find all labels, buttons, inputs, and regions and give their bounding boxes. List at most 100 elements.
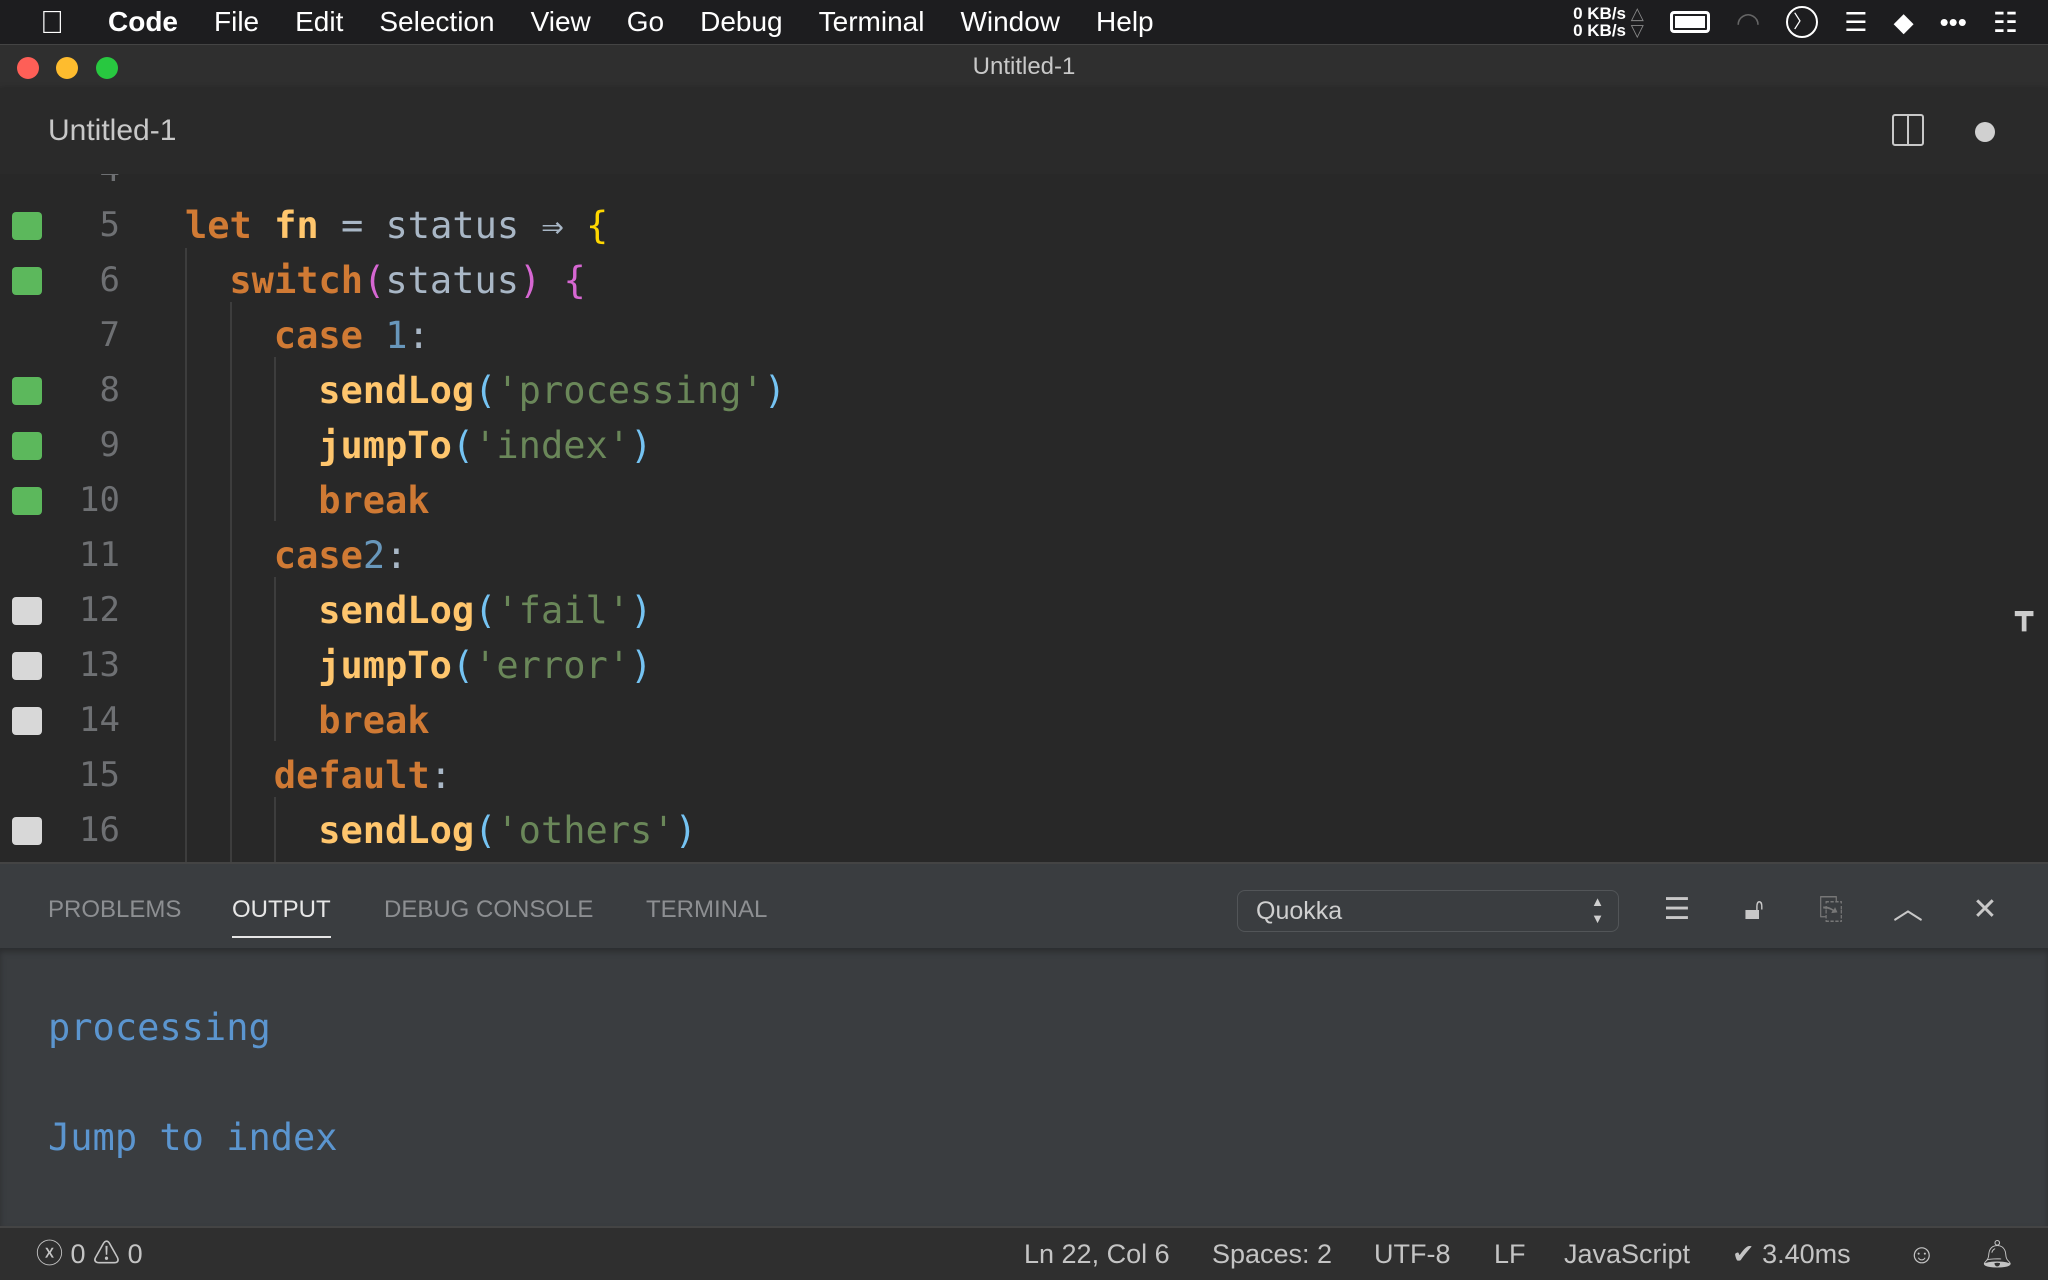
code-line[interactable]: 14 break [0, 693, 2000, 748]
code-line[interactable]: 9 jumpTo('index') [0, 418, 2000, 473]
lock-scroll-icon[interactable]: 🔓︎ [1734, 890, 1774, 930]
close-window-button[interactable] [17, 57, 39, 79]
window-title: Untitled-1 [972, 53, 1076, 80]
clock-icon[interactable]: 〉 [1786, 6, 1819, 38]
code-line[interactable]: 16 sendLog('others') [0, 803, 2000, 858]
quokka-timing[interactable]: ✔ 3.40ms [1732, 1228, 1851, 1280]
code-editor[interactable]: 5 let fn = status ⇒ {6 switch(status) {7 ca… [0, 174, 2048, 862]
editor-tab-bar: Untitled-1 [0, 88, 2048, 174]
code-line[interactable]: 8 sendLog('processing') [0, 363, 2000, 418]
coverage-indicator [12, 322, 42, 350]
network-monitor[interactable]: 0 KB/s △ 0 KB/s ▽ [1573, 5, 1644, 39]
output-channel-select[interactable]: Quokka ▲ ▼ [1237, 890, 1619, 932]
title-bar: Untitled-1 [0, 44, 2048, 88]
output-channel-value: Quokka [1256, 897, 1343, 925]
code-text: sendLog('fail') [318, 583, 652, 638]
code-token: ⇒ [541, 204, 564, 247]
code-token: 'others' [496, 809, 675, 852]
line-number: 6 [99, 260, 120, 300]
menu-file[interactable]: File [214, 6, 259, 38]
cursor-position[interactable]: Ln 22, Col 6 [1024, 1228, 1170, 1280]
end-of-line[interactable]: LF [1494, 1228, 1526, 1280]
line-number: 15 [79, 755, 120, 795]
battery-icon[interactable] [1669, 11, 1710, 33]
code-line[interactable]: 15 default: [0, 748, 2000, 803]
code-token: jumpTo [318, 644, 452, 687]
control-center-icon[interactable]: ☰ [1844, 7, 1867, 38]
indentation[interactable]: Spaces: 2 [1212, 1228, 1332, 1280]
code-text: sendLog('others') [318, 803, 697, 858]
code-token: : [429, 754, 453, 797]
code-token: : [407, 314, 430, 357]
code-text: jumpTo('index') [318, 418, 652, 473]
coverage-indicator [12, 487, 42, 515]
code-line[interactable]: 5 let fn = status ⇒ { [0, 198, 2000, 253]
menu-selection[interactable]: Selection [379, 6, 494, 38]
code-token: ) [674, 809, 697, 852]
code-line[interactable]: 11 case2: [0, 528, 2000, 583]
close-panel-icon[interactable]: ✕ [1965, 890, 2005, 930]
menu-terminal[interactable]: Terminal [819, 6, 925, 38]
menu-help[interactable]: Help [1096, 6, 1154, 38]
code-line[interactable]: 10 break [0, 473, 2000, 528]
encoding[interactable]: UTF-8 [1374, 1228, 1451, 1280]
select-arrows-icon: ▲ ▼ [1591, 894, 1604, 926]
apple-icon[interactable]:  [40, 4, 74, 41]
menu-window[interactable]: Window [960, 6, 1060, 38]
menu-edit[interactable]: Edit [295, 6, 343, 38]
code-text: case 1: [274, 308, 430, 363]
notification-list-icon[interactable]: ☷ [1993, 6, 2018, 39]
code-token: fn [274, 204, 319, 247]
coverage-indicator [12, 817, 42, 845]
unsaved-dot-icon[interactable] [1975, 122, 1995, 142]
line-number: 13 [79, 645, 120, 685]
coverage-indicator [12, 597, 42, 625]
scrollbar-marker[interactable]: ┳ [2015, 600, 2043, 630]
clear-output-icon[interactable]: ☰ [1657, 890, 1697, 930]
code-line[interactable]: 6 switch(status) { [0, 253, 2000, 308]
menu-debug[interactable]: Debug [700, 6, 783, 38]
tab-problems[interactable]: PROBLEMS [48, 896, 181, 924]
feedback-smiley-icon[interactable]: ☺ [1908, 1228, 1936, 1280]
menu-go[interactable]: Go [627, 6, 664, 38]
net-down: 0 KB/s [1573, 21, 1627, 40]
open-log-file-icon[interactable]: ⎘ [1811, 890, 1851, 930]
tab-output[interactable]: OUTPUT [232, 896, 331, 938]
code-text: break [318, 473, 429, 528]
menu-app[interactable]: Code [108, 6, 178, 38]
code-token: sendLog [318, 369, 475, 412]
maximize-panel-icon[interactable]: ︿ [1888, 890, 1928, 930]
code-line[interactable]: 13 jumpTo('error') [0, 638, 2000, 693]
code-token: { [586, 204, 609, 247]
app-extension-icon[interactable]: ◆ [1894, 7, 1914, 38]
code-token: jumpTo [318, 424, 452, 467]
line-number: 9 [99, 425, 120, 465]
tab-untitled-1[interactable]: Untitled-1 [48, 114, 176, 148]
code-text: jumpTo('error') [318, 638, 652, 693]
wifi-icon[interactable]: ◠ [1736, 6, 1760, 39]
code-token: ) [630, 644, 653, 687]
code-token: case [273, 314, 363, 357]
more-icon[interactable]: ••• [1940, 7, 1967, 38]
code-token: 1 [385, 314, 408, 357]
code-line[interactable]: 12 sendLog('fail') [0, 583, 2000, 638]
code-token: break [318, 479, 430, 522]
notifications-bell-icon[interactable]: 🔔︎ [1980, 1228, 2014, 1280]
output-view[interactable]: processing Jump to index [0, 948, 2048, 1226]
maximize-window-button[interactable] [96, 57, 118, 79]
line-number: 8 [99, 370, 120, 410]
error-count: 0 [70, 1239, 86, 1269]
menu-view[interactable]: View [531, 6, 591, 38]
tab-terminal[interactable]: TERMINAL [646, 896, 767, 924]
warning-count: 0 [127, 1239, 143, 1269]
code-line-partial: 4 [0, 174, 2000, 198]
minimize-window-button[interactable] [56, 57, 78, 79]
tab-debug-console[interactable]: DEBUG CONSOLE [384, 896, 593, 924]
line-number: 14 [79, 700, 120, 740]
language-mode[interactable]: JavaScript [1564, 1228, 1690, 1280]
problems-status[interactable]: ⓧ 0 ⚠ 0 [36, 1228, 143, 1280]
split-editor-icon[interactable] [1892, 114, 1924, 146]
code-line[interactable]: 7 case 1: [0, 308, 2000, 363]
code-token: ( [451, 644, 475, 687]
code-text: sendLog('processing') [318, 363, 786, 418]
